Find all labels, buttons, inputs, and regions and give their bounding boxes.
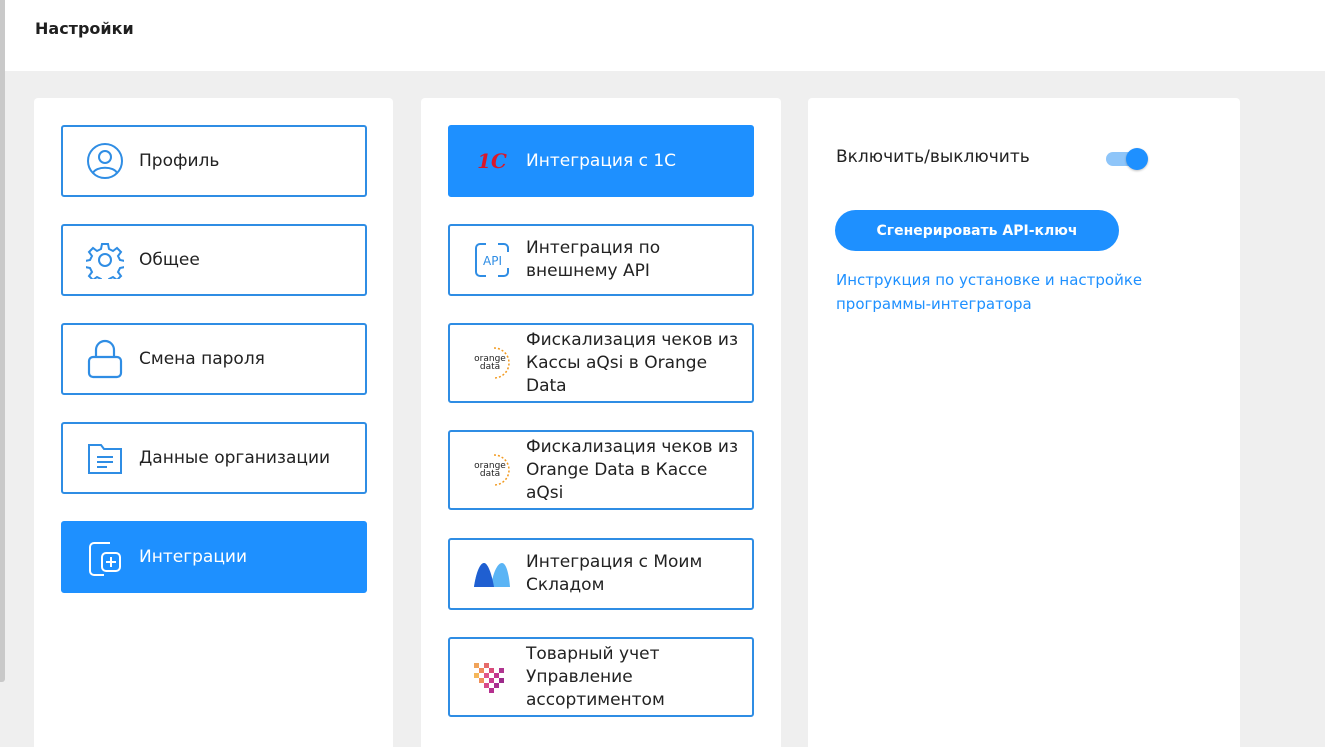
orange-data-logo-icon: orange data	[470, 448, 514, 492]
integrations-panel: 1С Интеграция с 1С API Интеграция по вне…	[421, 98, 781, 747]
toggle-knob	[1126, 148, 1148, 170]
generate-api-key-button[interactable]: Сгенерировать API-ключ	[835, 210, 1119, 251]
integration-external-api[interactable]: API Интеграция по внешнему API	[448, 224, 754, 296]
integration-label: Интеграция с 1С	[526, 150, 677, 171]
user-icon	[83, 139, 127, 183]
enable-toggle[interactable]	[1106, 148, 1150, 170]
integration-label: Фискализация чеков из Orange Data в Касс…	[526, 436, 739, 503]
integration-label: Интеграция по внешнему API	[526, 238, 661, 281]
settings-menu-panel: Профиль Общее Смена пароля Данные органи…	[34, 98, 393, 747]
menu-item-organization-data[interactable]: Данные организации	[61, 422, 367, 494]
instruction-link[interactable]: Инструкция по установке и настройке прог…	[836, 268, 1216, 316]
integration-aqsi-to-orange-data[interactable]: orange data Фискализация чеков из Кассы …	[448, 323, 754, 403]
pixel-logo-icon	[470, 655, 514, 699]
moysklad-logo-icon	[470, 552, 514, 596]
menu-item-label: Данные организации	[139, 448, 331, 468]
orange-data-logo-icon: orange data	[470, 341, 514, 385]
window-edge	[0, 0, 5, 682]
menu-item-general[interactable]: Общее	[61, 224, 367, 296]
menu-item-change-password[interactable]: Смена пароля	[61, 323, 367, 395]
integration-moysklad[interactable]: Интеграция с Моим Складом	[448, 538, 754, 610]
menu-item-label: Смена пароля	[139, 349, 265, 369]
integration-label: Фискализация чеков из Кассы aQsi в Orang…	[526, 329, 739, 396]
top-bar: Настройки	[5, 0, 1325, 71]
lock-icon	[83, 337, 127, 381]
menu-item-label: Профиль	[139, 151, 220, 171]
menu-item-label: Интеграции	[139, 547, 248, 567]
integration-inventory[interactable]: Товарный учет Управление ассортиментом	[448, 637, 754, 717]
integration-label: Интеграция с Моим Складом	[526, 552, 703, 595]
menu-item-integrations[interactable]: Интеграции	[61, 521, 367, 593]
folder-document-icon	[83, 436, 127, 480]
integration-detail-panel: Включить/выключить Сгенерировать API-клю…	[808, 98, 1240, 747]
1c-logo-icon: 1С	[477, 149, 507, 173]
page-title: Настройки	[35, 19, 134, 38]
toggle-label: Включить/выключить	[836, 147, 1030, 167]
gear-icon	[83, 238, 127, 282]
menu-item-profile[interactable]: Профиль	[61, 125, 367, 197]
integration-icon	[83, 535, 127, 579]
integration-orange-data-to-aqsi[interactable]: orange data Фискализация чеков из Orange…	[448, 430, 754, 510]
api-icon: API	[470, 238, 514, 282]
integration-1c[interactable]: 1С Интеграция с 1С	[448, 125, 754, 197]
menu-item-label: Общее	[139, 250, 200, 270]
svg-text:API: API	[483, 254, 502, 268]
integration-label: Товарный учет Управление ассортиментом	[526, 643, 665, 710]
